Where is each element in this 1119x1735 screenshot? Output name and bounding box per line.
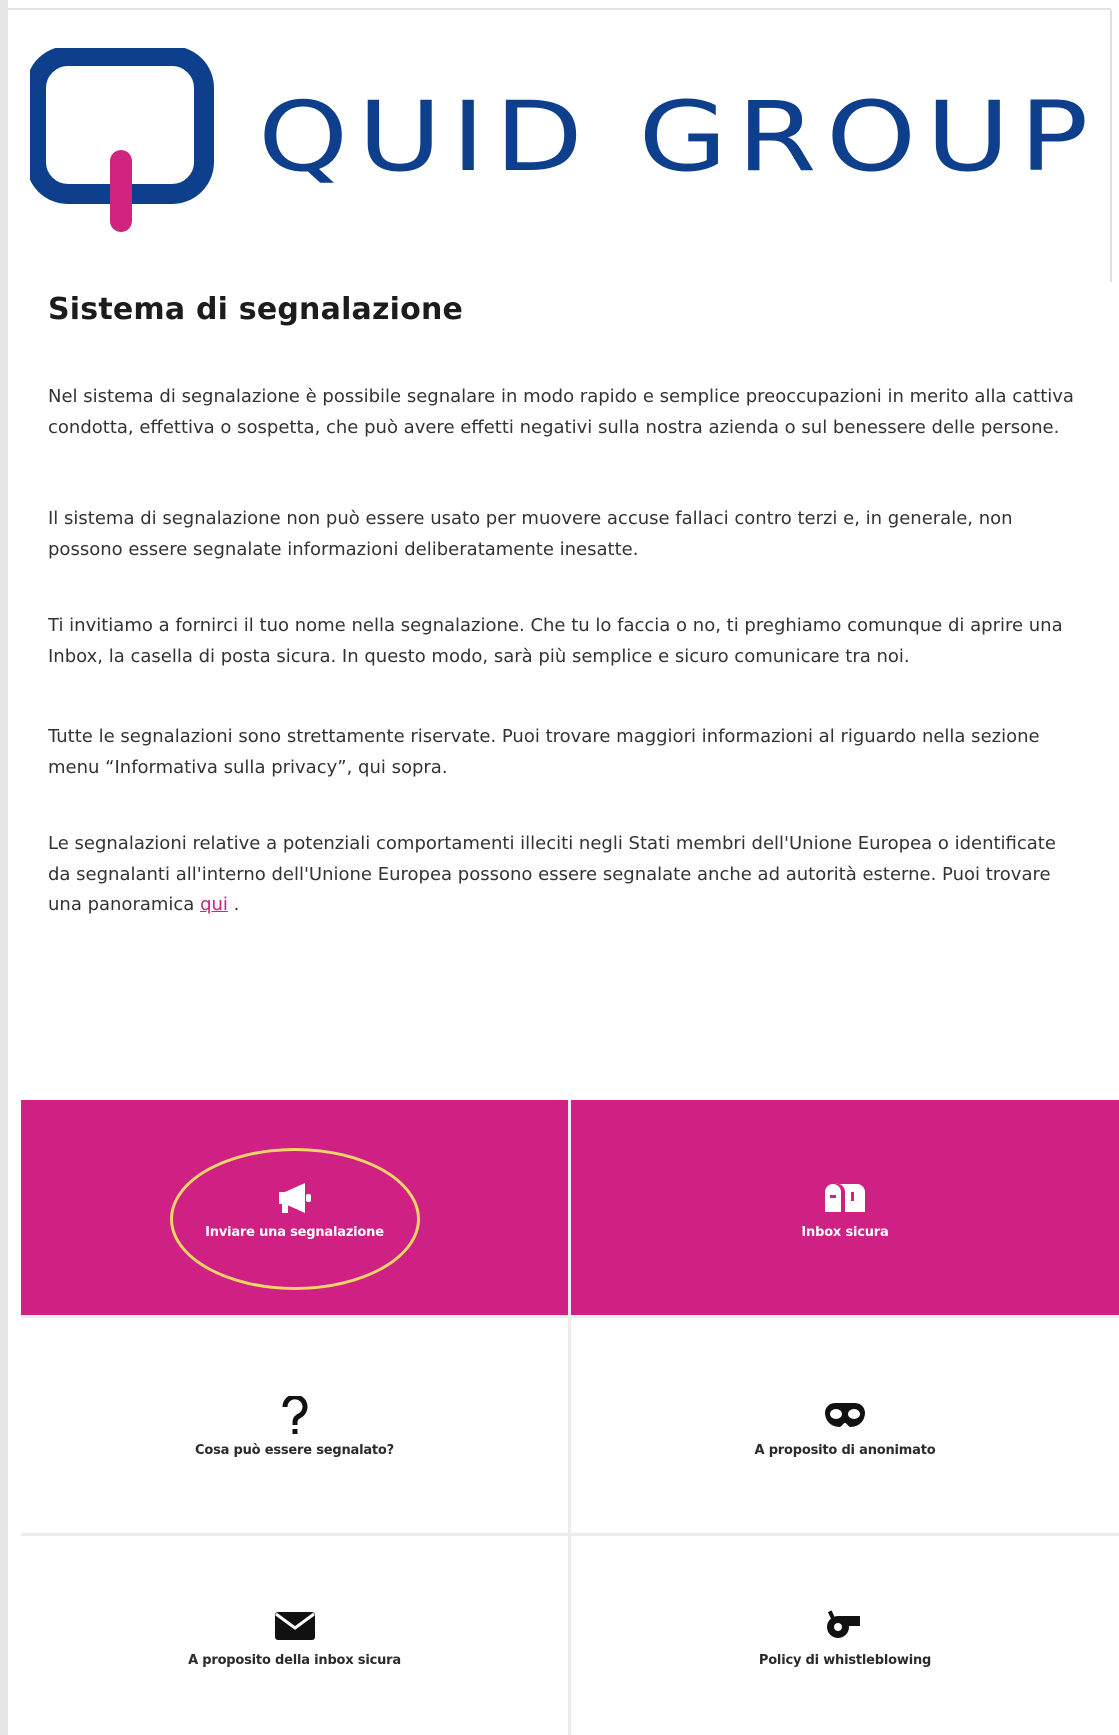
intro-paragraph: Nel sistema di segnalazione è possibile … bbox=[48, 386, 1074, 438]
what-can-be-reported-tile[interactable]: Cosa può essere segnalato? bbox=[21, 1318, 568, 1533]
intro-text: Nel sistema di segnalazione è possibile … bbox=[48, 382, 1078, 971]
intro-paragraph-external-authorities: Le segnalazioni relative a potenziali co… bbox=[48, 829, 1078, 921]
intro-paragraph: Il sistema di segnalazione non può esser… bbox=[48, 508, 1013, 560]
overview-link[interactable]: qui bbox=[200, 894, 228, 915]
tile-label: Inviare una segnalazione bbox=[205, 1225, 384, 1240]
external-authorities-suffix: . bbox=[227, 894, 240, 915]
tile-label: A proposito della inbox sicura bbox=[188, 1653, 401, 1668]
tile-label: Inbox sicura bbox=[801, 1225, 889, 1240]
intro-paragraph: Tutte le segnalazioni sono strettamente … bbox=[48, 726, 1040, 778]
question-mark-icon bbox=[280, 1393, 310, 1439]
envelope-icon bbox=[273, 1603, 317, 1649]
logo-wordmark: QUID GROUP bbox=[258, 81, 1098, 193]
action-tiles-grid: Inviare una segnalazione Inbox sicura Co… bbox=[21, 1100, 1119, 1735]
tile-label: Cosa può essere segnalato? bbox=[195, 1443, 394, 1458]
about-anonymity-tile[interactable]: A proposito di anonimato bbox=[571, 1318, 1119, 1533]
whistleblowing-policy-tile[interactable]: Policy di whistleblowing bbox=[571, 1536, 1119, 1735]
quid-group-logo: QUID GROUP bbox=[30, 48, 1098, 232]
left-rail bbox=[0, 0, 8, 1735]
whistle-icon bbox=[825, 1603, 865, 1649]
secure-inbox-tile[interactable]: Inbox sicura bbox=[571, 1100, 1119, 1315]
mailbox-icon bbox=[821, 1175, 869, 1221]
megaphone-icon bbox=[275, 1175, 315, 1221]
right-border bbox=[1110, 10, 1112, 282]
intro-paragraph: Ti invitiamo a fornirci il tuo nome nell… bbox=[48, 615, 1063, 667]
send-report-tile[interactable]: Inviare una segnalazione bbox=[21, 1100, 568, 1315]
tile-label: A proposito di anonimato bbox=[754, 1443, 936, 1458]
about-secure-inbox-tile[interactable]: A proposito della inbox sicura bbox=[21, 1536, 568, 1735]
page-title: Sistema di segnalazione bbox=[48, 292, 464, 327]
top-border bbox=[8, 8, 1111, 10]
mask-icon bbox=[823, 1393, 867, 1439]
tile-label: Policy di whistleblowing bbox=[758, 1653, 932, 1668]
logo-q-mark bbox=[30, 48, 214, 232]
